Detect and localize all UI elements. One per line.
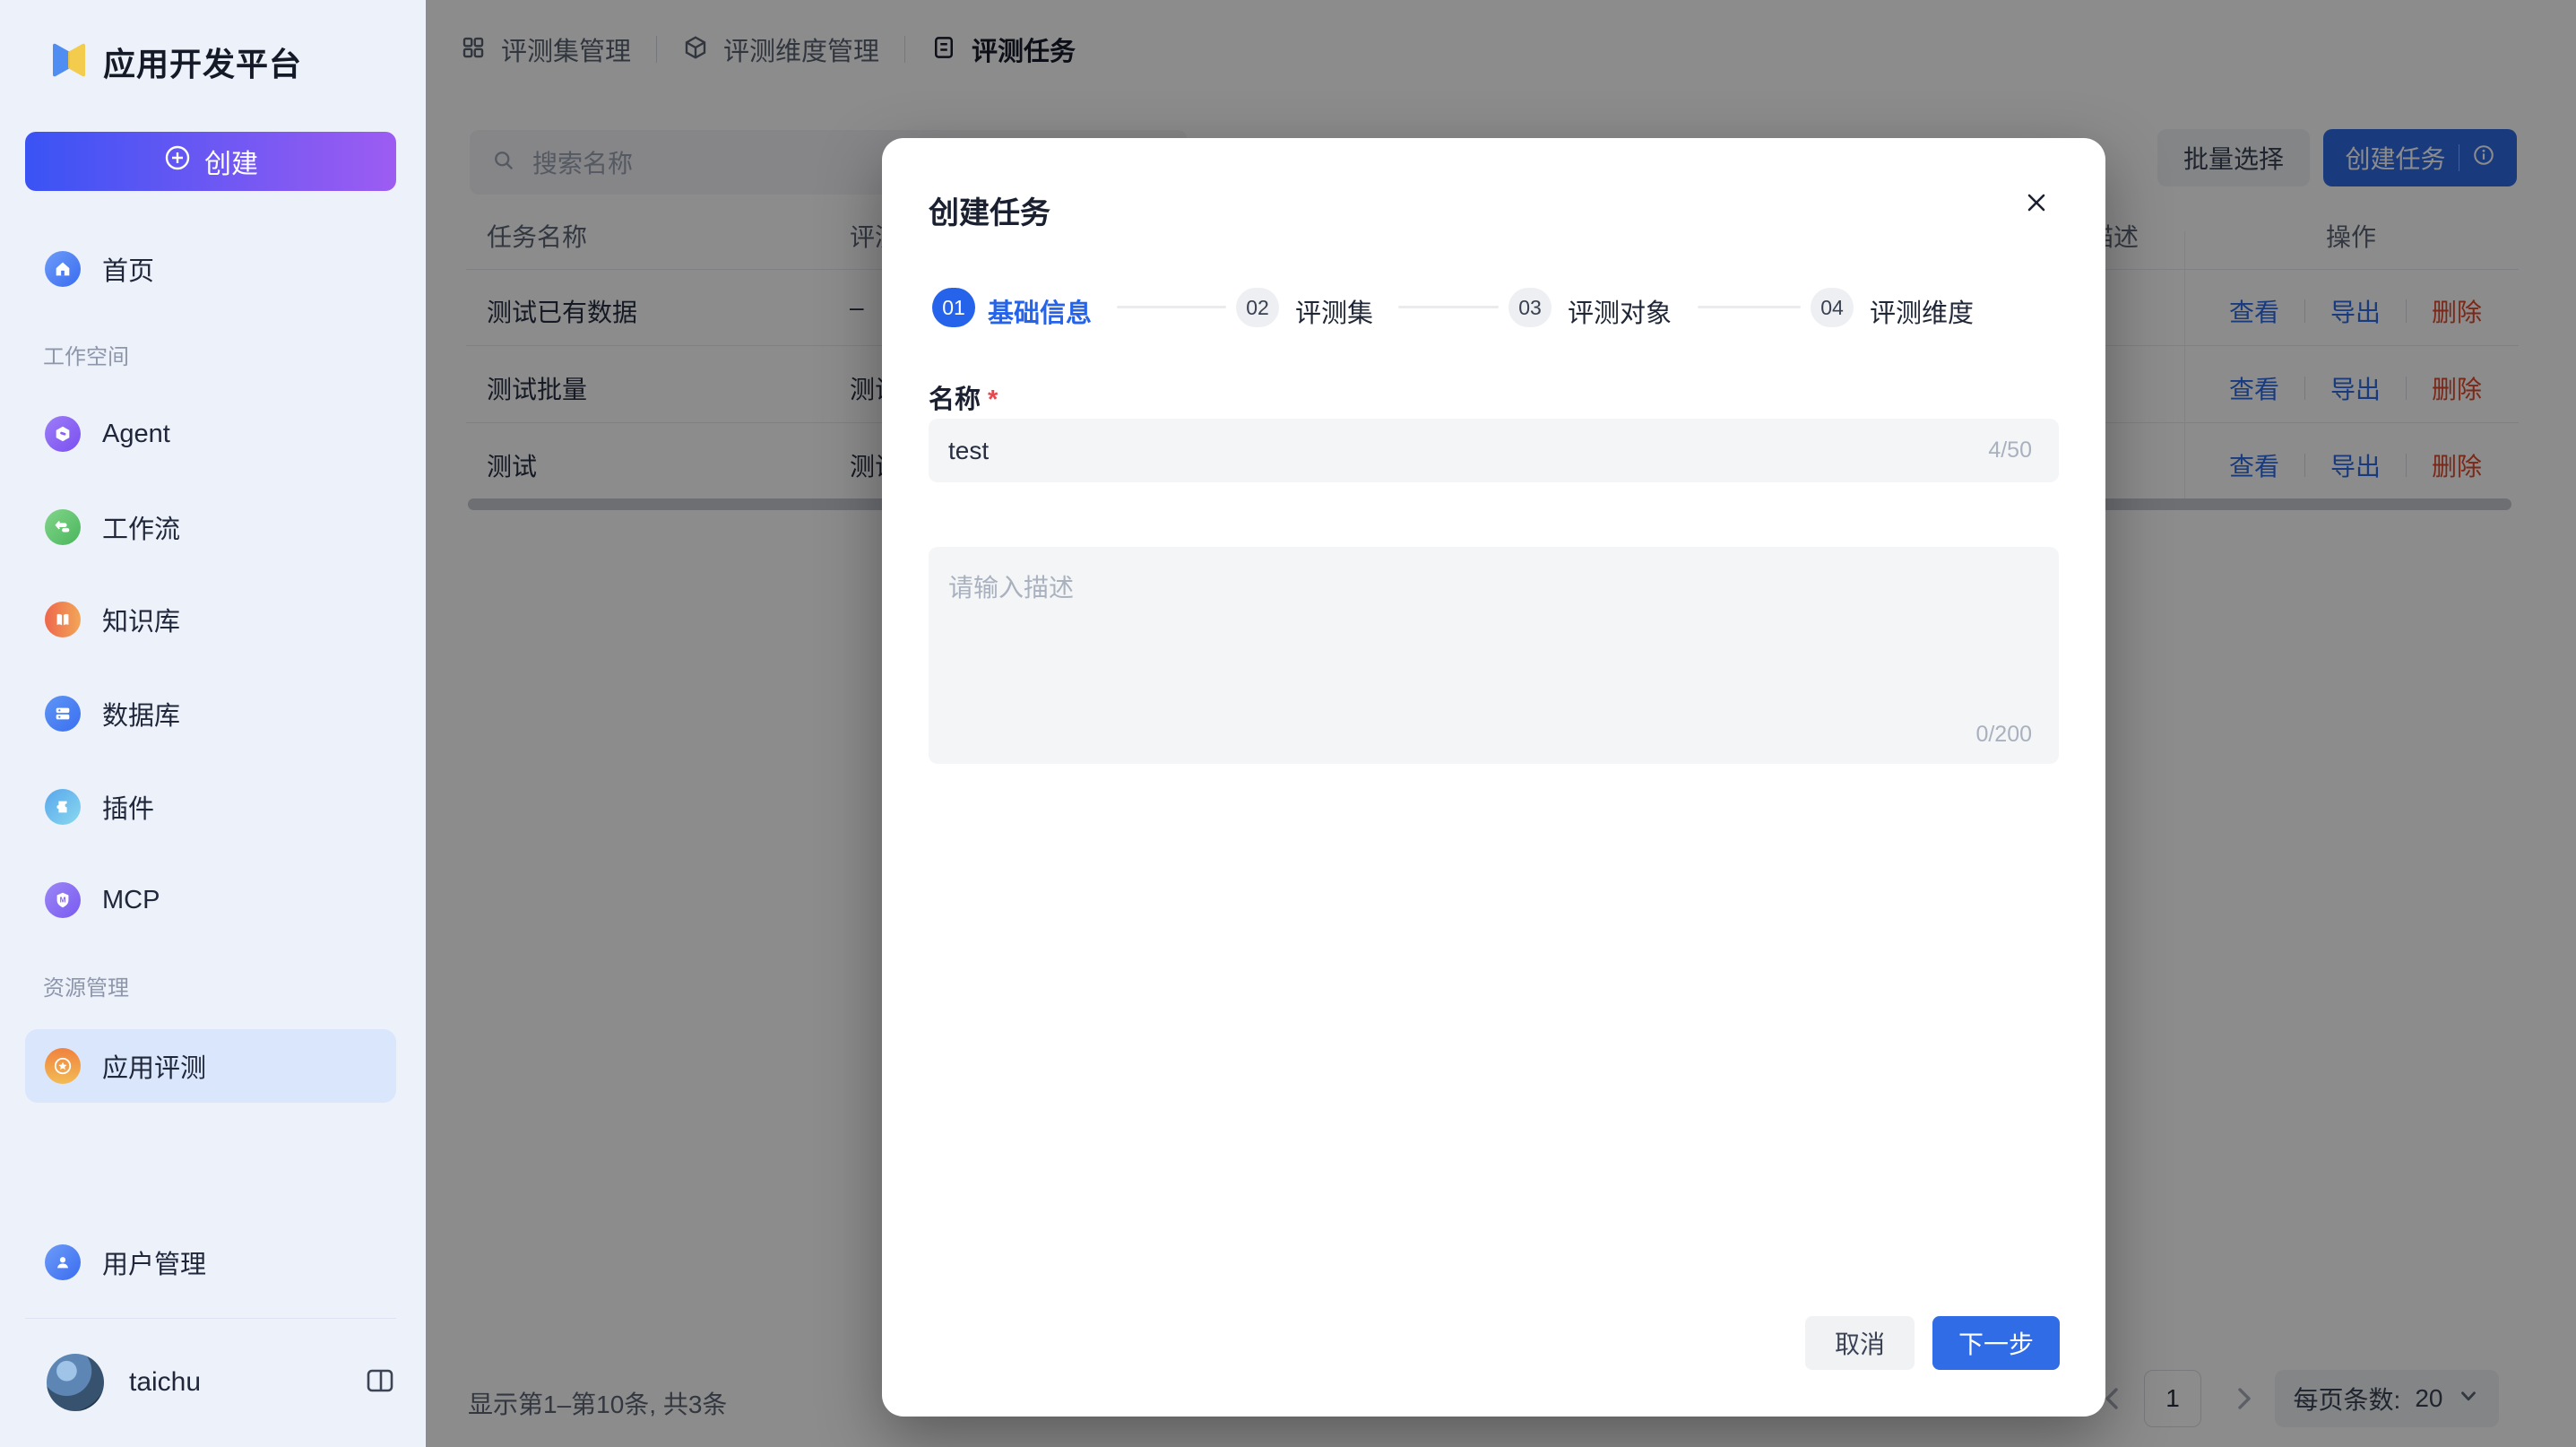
sidebar-item-home[interactable]: 首页	[25, 232, 396, 306]
close-icon[interactable]	[2018, 185, 2054, 221]
sidebar-item-label: 数据库	[102, 695, 180, 732]
svg-text:M: M	[60, 896, 66, 904]
step-connector	[1117, 306, 1226, 308]
required-asterisk: *	[988, 386, 998, 414]
sidebar-item-plugin[interactable]: 插件	[25, 770, 396, 844]
user-icon	[45, 1244, 81, 1280]
section-workspace: 工作空间	[43, 339, 312, 370]
workflow-icon	[45, 509, 81, 545]
step-1-label: 基础信息	[988, 292, 1092, 330]
collapse-sidebar-icon[interactable]	[364, 1365, 396, 1401]
next-step-button[interactable]: 下一步	[1932, 1316, 2060, 1370]
desc-char-counter: 0/200	[1975, 722, 2032, 748]
desc-textarea-wrap: 0/200	[929, 547, 2059, 764]
plus-icon	[163, 143, 192, 179]
sidebar-item-label: 用户管理	[102, 1243, 206, 1281]
app-title: 应用开发平台	[103, 39, 302, 85]
step-4-number: 04	[1811, 288, 1854, 327]
app-logo: 应用开发平台	[49, 39, 390, 84]
sidebar-item-label: MCP	[102, 886, 160, 915]
user-avatar[interactable]	[47, 1354, 104, 1411]
sidebar-item-label: 知识库	[102, 601, 180, 638]
section-resources: 资源管理	[43, 970, 312, 1001]
sidebar-item-workflow[interactable]: 工作流	[25, 490, 396, 564]
star-badge-icon	[45, 1048, 81, 1084]
sidebar-item-user-management[interactable]: 用户管理	[25, 1226, 396, 1299]
step-4-label: 评测维度	[1870, 292, 1974, 330]
home-icon	[45, 251, 81, 287]
sidebar-item-app-eval[interactable]: 应用评测	[25, 1029, 396, 1103]
logo-icon	[49, 39, 89, 86]
sidebar-item-label: 插件	[102, 788, 154, 826]
step-1-number: 01	[932, 288, 975, 327]
sidebar-item-label: 工作流	[102, 508, 180, 546]
sidebar: 应用开发平台 创建 首页 工作空间 Agent 工作流	[0, 0, 426, 1447]
sidebar-item-agent[interactable]: Agent	[25, 397, 396, 471]
profile-name: taichu	[129, 1367, 364, 1398]
create-task-modal: 创建任务 01 基础信息 02 评测集 03 评测对象 04 评测维度 名称* …	[882, 138, 2105, 1417]
sidebar-item-label: Agent	[102, 420, 170, 449]
desc-textarea[interactable]	[929, 547, 2059, 717]
puzzle-icon	[45, 789, 81, 825]
book-icon	[45, 602, 81, 637]
step-2-number: 02	[1236, 288, 1279, 327]
profile-row[interactable]: taichu	[47, 1350, 396, 1415]
sidebar-item-label: 首页	[102, 250, 154, 288]
name-input-wrap: 4/50	[929, 419, 2059, 482]
step-connector	[1398, 306, 1499, 308]
modal-title: 创建任务	[929, 188, 1050, 232]
name-field-label: 名称*	[929, 378, 998, 416]
create-button-label: 创建	[204, 142, 258, 181]
sidebar-item-label: 应用评测	[102, 1047, 206, 1085]
shield-m-icon: M	[45, 882, 81, 918]
name-char-counter: 4/50	[1988, 438, 2032, 464]
app-window: 应用开发平台 创建 首页 工作空间 Agent 工作流	[0, 0, 2576, 1447]
sidebar-item-mcp[interactable]: M MCP	[25, 863, 396, 937]
step-2-label: 评测集	[1295, 292, 1373, 330]
step-3-label: 评测对象	[1568, 292, 1672, 330]
step-connector	[1698, 306, 1801, 308]
cancel-button[interactable]: 取消	[1805, 1316, 1915, 1370]
sidebar-item-database[interactable]: 数据库	[25, 677, 396, 750]
agent-icon	[45, 416, 81, 452]
sidebar-item-knowledge[interactable]: 知识库	[25, 583, 396, 656]
database-icon	[45, 696, 81, 732]
create-button[interactable]: 创建	[25, 132, 396, 191]
name-input[interactable]	[948, 437, 1988, 465]
step-3-number: 03	[1508, 288, 1552, 327]
sidebar-divider	[25, 1318, 396, 1319]
